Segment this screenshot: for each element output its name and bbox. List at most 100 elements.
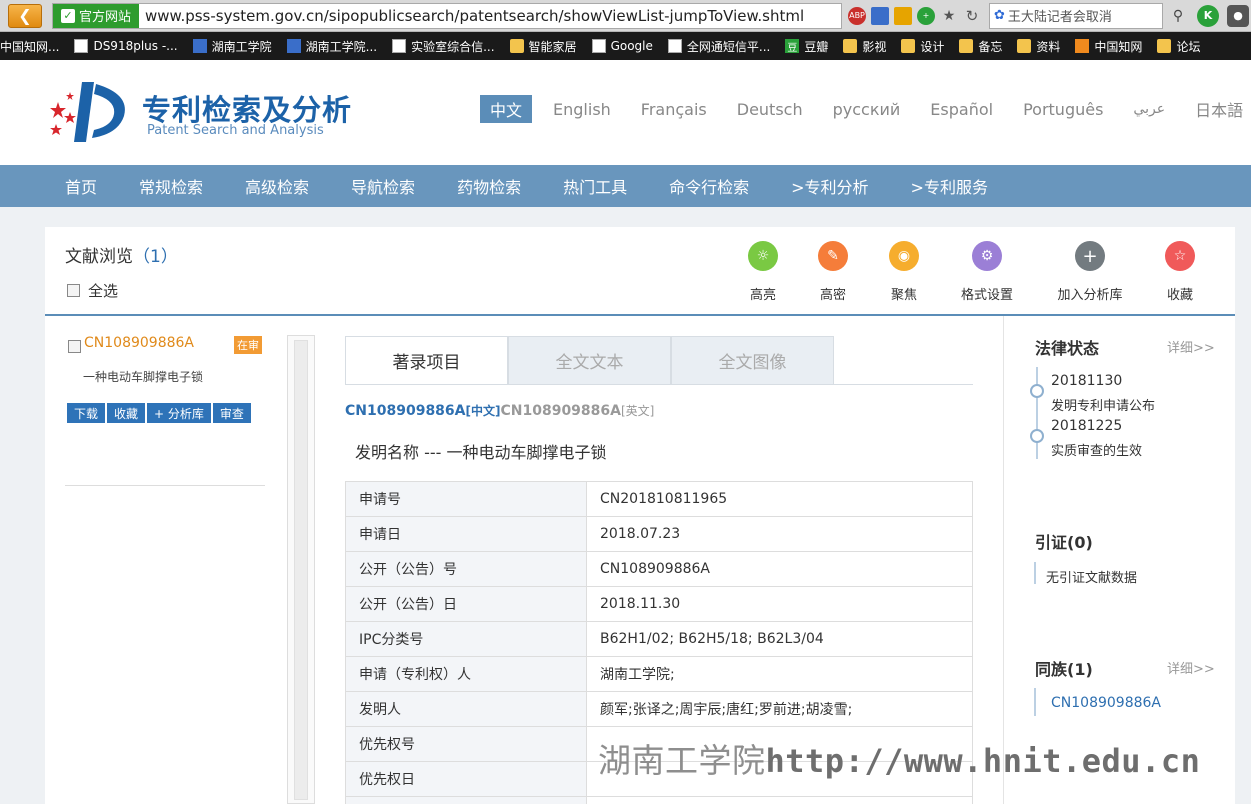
lang-japanese[interactable]: 日本語 [1195,97,1243,121]
field-value: 湖南工学院; [586,656,973,692]
plus-icon: + [1075,241,1105,271]
search-input[interactable]: ✿ 王大陆记者会取消 [989,2,1163,29]
lang-french[interactable]: Français [641,100,707,119]
bookmark[interactable]: 湖南工学院... [286,38,377,55]
nav-home[interactable]: 首页 [65,174,97,198]
family-bar [1034,688,1036,716]
lang-russian[interactable]: русский [833,100,901,119]
download-button[interactable]: 下载 [67,403,106,423]
nav-popular-tools[interactable]: 热门工具 [563,174,627,198]
field-label: 申请（专利权）人 [345,656,587,692]
star-icon[interactable]: ★ [940,7,958,25]
folder-icon [509,39,524,53]
bookmark[interactable]: 中国知网... [0,38,59,55]
site-icon [192,39,207,53]
folder-icon [901,39,916,53]
lang-spanish[interactable]: Español [930,100,993,119]
field-value: B62H1/02; B62H5/18; B62L3/04 [586,621,973,657]
nav-advanced-search[interactable]: 高级检索 [245,174,309,198]
browser-toolbar: ❮ ✓ 官方网站 www.pss-system.gov.cn/sipopubli… [0,0,1251,32]
bookmark[interactable]: 备忘 [959,38,1002,55]
bookmark[interactable]: Google [591,39,653,53]
family-member-link[interactable]: CN108909886A [1051,695,1161,711]
timeline-dot [1030,384,1044,398]
family-more-link[interactable]: 详细>> [1167,658,1215,677]
sipo-logo-icon[interactable] [46,80,130,144]
nav-patent-services[interactable]: >专利服务 [911,174,988,198]
folder-icon [1157,39,1172,53]
lang-german[interactable]: Deutsch [737,100,803,119]
scrollbar-thumb[interactable] [294,340,308,800]
extension-icon[interactable] [894,6,912,25]
bookmark[interactable]: 中国知网 [1075,38,1142,55]
bookmark[interactable]: 实验室综合信... [392,38,495,55]
bookmark[interactable]: 湖南工学院 [192,38,272,55]
douban-icon: 豆 [785,39,800,54]
add-to-analysis-button[interactable]: + 加入分析库 [1045,241,1135,303]
nav-patent-analysis[interactable]: >专利分析 [791,174,868,198]
tab-underline [345,384,973,385]
tab-bibliographic[interactable]: 著录项目 [345,336,508,385]
check-icon: ✓ [61,8,75,23]
reload-icon[interactable]: ↻ [963,7,981,25]
bookmark[interactable]: DS918plus -... [74,39,178,53]
bookmark[interactable]: 智能家居 [509,38,577,55]
format-settings-button[interactable]: ⚙ 格式设置 [942,241,1032,303]
legal-status-more-link[interactable]: 详细>> [1167,337,1215,356]
folder-icon [843,39,858,53]
nav-navigation-search[interactable]: 导航检索 [351,174,415,198]
add-analysis-lib-button[interactable]: + 分析库 [147,403,211,423]
result-actions: 下载 收藏 + 分析库 审查 [67,403,251,423]
result-title: 一种电动车脚撑电子锁 [83,370,204,384]
url-text[interactable]: www.pss-system.gov.cn/sipopublicsearch/p… [139,7,804,25]
lang-portuguese[interactable]: Português [1023,100,1103,119]
examination-button[interactable]: 审查 [212,403,251,423]
field-label: 公开（公告）日 [345,586,587,622]
nav-regular-search[interactable]: 常规检索 [139,174,203,198]
bookmark[interactable]: 豆豆瓣 [785,38,828,55]
lang-chinese[interactable]: 中文 [480,95,533,123]
result-pub-link[interactable]: CN108909886A [84,335,194,351]
select-all[interactable]: 全选 [67,280,118,301]
nav-drug-search[interactable]: 药物检索 [457,174,521,198]
field-value: 颜军;张译之;周宇辰;唐红;罗前进;胡凌雪; [586,691,973,727]
bookmarks-bar: 中国知网... DS918plus -... 湖南工学院 湖南工学院... 实验… [0,32,1251,60]
k-extension-icon[interactable]: K [1197,4,1219,27]
legal-event-date: 20181225 [1051,418,1123,434]
field-label: 发明人 [345,691,587,727]
tab-full-image[interactable]: 全文图像 [671,336,834,385]
field-label: 申请日 [345,516,587,552]
image-icon[interactable] [871,6,889,25]
folder-icon [1017,39,1032,53]
favorite-item-button[interactable]: 收藏 [107,403,146,423]
lang-arabic[interactable]: عربي [1133,101,1165,117]
field-value: CN108909886A [586,551,973,587]
nav-command-search[interactable]: 命令行检索 [669,174,749,198]
divider [45,314,1235,316]
result-checkbox[interactable] [68,340,81,353]
select-all-checkbox[interactable] [67,284,80,297]
bookmark[interactable]: 论坛 [1157,38,1200,55]
table-row: 公开（公告）日 2018.11.30 [345,586,973,622]
address-bar[interactable]: ✓ 官方网站 www.pss-system.gov.cn/sipopublics… [52,2,842,29]
bookmark[interactable]: 资料 [1017,38,1060,55]
search-icon[interactable]: ⚲ [1167,5,1189,27]
favorite-button[interactable]: ☆ 收藏 [1135,241,1225,303]
bookmark[interactable]: 影视 [843,38,886,55]
lang-english[interactable]: English [553,100,611,119]
secure-site-badge[interactable]: ✓ 官方网站 [53,3,140,28]
plus-circle-icon[interactable]: + [917,6,935,25]
site-header: 专利检索及分析 Patent Search and Analysis 中文 En… [0,60,1251,165]
bookmark[interactable]: 设计 [901,38,944,55]
watermark: 湖南工学院http://www.hnit.edu.cn [598,741,1201,780]
back-button[interactable]: ❮ [8,3,42,28]
adblock-icon[interactable]: ABP [848,6,866,25]
lock-icon[interactable]: ● [1227,4,1249,27]
field-value [586,796,973,804]
legal-event-desc: 实质审查的生效 [1051,444,1143,459]
legal-status-title: 法律状态 [1035,339,1100,358]
focus-button[interactable]: ◉ 聚焦 [859,241,949,303]
scrollbar[interactable] [287,335,315,804]
bookmark[interactable]: 全网通短信平... [667,38,770,55]
tab-full-text[interactable]: 全文文本 [508,336,671,385]
